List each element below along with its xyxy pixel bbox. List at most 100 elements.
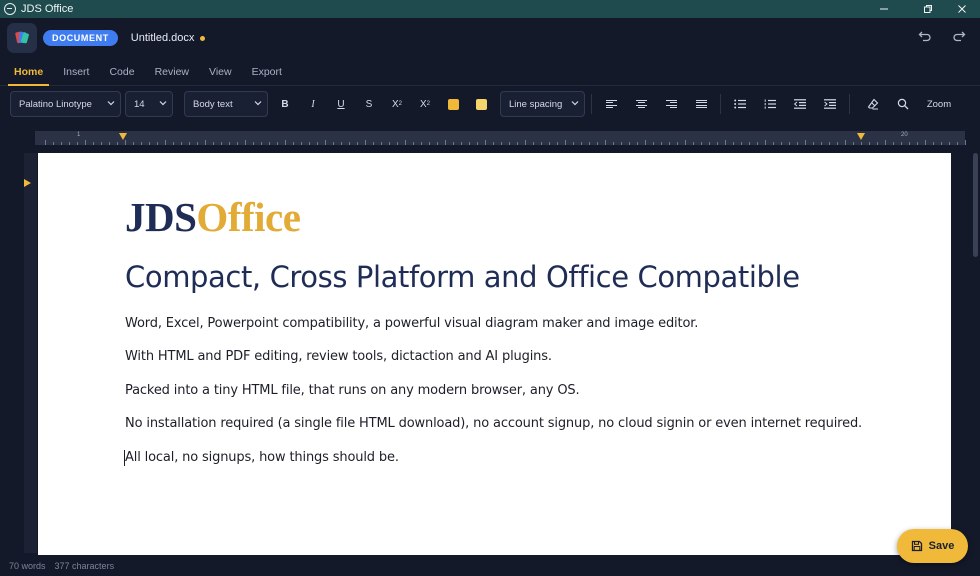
chevron-down-icon xyxy=(254,101,262,106)
ruler-tick xyxy=(453,142,454,145)
align-right-icon[interactable] xyxy=(660,92,682,116)
ruler-tick xyxy=(757,142,758,145)
ruler-tick xyxy=(109,142,110,145)
close-icon[interactable] xyxy=(944,0,980,18)
ruler-tick xyxy=(429,142,430,145)
app-logo-icon xyxy=(15,31,29,44)
ruler-tick xyxy=(181,142,182,145)
document-heading[interactable]: Compact, Cross Platform and Office Compa… xyxy=(125,260,800,294)
vertical-scrollbar[interactable] xyxy=(973,153,978,257)
align-justify-icon[interactable] xyxy=(690,92,712,116)
paragraph[interactable]: Packed into a tiny HTML file, that runs … xyxy=(125,383,580,398)
ruler-tick xyxy=(813,142,814,145)
ruler-tick xyxy=(637,142,638,145)
ruler-tick xyxy=(885,140,886,145)
chevron-down-icon xyxy=(107,101,115,106)
tab-export[interactable]: Export xyxy=(246,58,288,86)
ruler-tick xyxy=(653,142,654,145)
top-margin-marker[interactable] xyxy=(24,179,31,187)
tab-review[interactable]: Review xyxy=(149,58,195,86)
ruler-tick xyxy=(253,142,254,145)
ruler-tick xyxy=(325,140,326,145)
ruler-tick xyxy=(245,140,246,145)
zoom-button[interactable]: Zoom xyxy=(922,92,956,116)
brand-logo-office: Office xyxy=(196,194,301,240)
window-title: JDS Office xyxy=(21,3,74,15)
paragraph[interactable]: No installation required (a single file … xyxy=(125,416,862,431)
horizontal-ruler[interactable]: 1 20 xyxy=(35,131,966,145)
left-indent-marker[interactable] xyxy=(119,133,127,140)
redo-icon[interactable] xyxy=(951,28,967,44)
tab-code[interactable]: Code xyxy=(103,58,140,86)
ruler-tick xyxy=(725,140,726,145)
indent-icon[interactable] xyxy=(819,92,841,116)
ruler-tick xyxy=(565,140,566,145)
ruler-tick xyxy=(509,142,510,145)
superscript-button[interactable]: X2 xyxy=(414,92,436,116)
text-color-button[interactable] xyxy=(470,92,492,116)
ruler-tick xyxy=(205,140,206,145)
tab-insert[interactable]: Insert xyxy=(57,58,95,86)
restore-icon[interactable] xyxy=(910,0,946,18)
ruler-tick xyxy=(789,142,790,145)
ruler-tick xyxy=(45,140,46,145)
ruler-tick xyxy=(901,142,902,145)
ruler-tick xyxy=(917,142,918,145)
numbered-list-icon[interactable] xyxy=(759,92,781,116)
ruler-tick xyxy=(501,142,502,145)
paragraph[interactable]: With HTML and PDF editing, review tools,… xyxy=(125,349,552,364)
ruler-tick xyxy=(717,142,718,145)
italic-button[interactable]: I xyxy=(302,92,324,116)
paragraph-style-select[interactable]: Body text xyxy=(184,91,268,117)
font-size-select[interactable]: 14 xyxy=(125,91,173,117)
toolbar-divider xyxy=(849,94,850,114)
ruler-tick xyxy=(677,142,678,145)
line-spacing-select[interactable]: Line spacing xyxy=(500,91,585,117)
ruler-tick xyxy=(733,142,734,145)
paragraph[interactable]: All local, no signups, how things should… xyxy=(125,450,399,465)
formatting-toolbar: Palatino Linotype 14 Body text B I U S X… xyxy=(0,86,980,122)
highlight-color-button[interactable] xyxy=(442,92,464,116)
minimize-icon[interactable] xyxy=(866,0,902,18)
paragraph[interactable]: Word, Excel, Powerpoint compatibility, a… xyxy=(125,316,698,331)
globe-icon xyxy=(4,3,16,15)
ruler-tick xyxy=(765,140,766,145)
subscript-mark: 2 xyxy=(398,101,402,107)
subscript-label: X xyxy=(391,98,399,110)
highlight-swatch xyxy=(447,98,459,110)
save-button-label: Save xyxy=(928,540,955,552)
align-center-icon[interactable] xyxy=(630,92,652,116)
ruler-tick xyxy=(277,142,278,145)
ruler-tick xyxy=(309,142,310,145)
tab-home[interactable]: Home xyxy=(8,58,50,86)
subscript-button[interactable]: X2 xyxy=(386,92,408,116)
ruler-tick xyxy=(77,142,78,145)
font-family-select[interactable]: Palatino Linotype xyxy=(10,91,121,117)
search-icon[interactable] xyxy=(892,92,914,116)
underline-button[interactable]: U xyxy=(330,92,352,116)
ruler-tick xyxy=(213,142,214,145)
bullet-list-icon[interactable] xyxy=(729,92,751,116)
undo-icon[interactable] xyxy=(917,28,933,44)
right-indent-marker[interactable] xyxy=(857,133,865,140)
clear-format-icon[interactable] xyxy=(862,92,884,116)
ribbon-tabs: Home Insert Code Review View Export xyxy=(0,58,980,86)
strikethrough-button[interactable]: S xyxy=(358,92,380,116)
outdent-icon[interactable] xyxy=(789,92,811,116)
bold-button[interactable]: B xyxy=(274,92,296,116)
tab-view[interactable]: View xyxy=(203,58,238,86)
save-button[interactable]: Save xyxy=(897,529,968,563)
app-header: DOCUMENT Untitled.docx xyxy=(0,18,980,58)
ruler-tick xyxy=(485,140,486,145)
ruler-tick xyxy=(301,142,302,145)
document-page[interactable]: JDSOffice Compact, Cross Platform and Of… xyxy=(38,153,951,555)
brand-logo-jds: JDS xyxy=(125,194,197,240)
ruler-tick xyxy=(405,140,406,145)
ruler-tick xyxy=(477,142,478,145)
document-name[interactable]: Untitled.docx xyxy=(131,32,195,44)
ruler-tick xyxy=(541,142,542,145)
ruler-tick xyxy=(605,140,606,145)
align-left-icon[interactable] xyxy=(600,92,622,116)
ruler-tick xyxy=(669,142,670,145)
app-logo-button[interactable] xyxy=(7,23,37,53)
